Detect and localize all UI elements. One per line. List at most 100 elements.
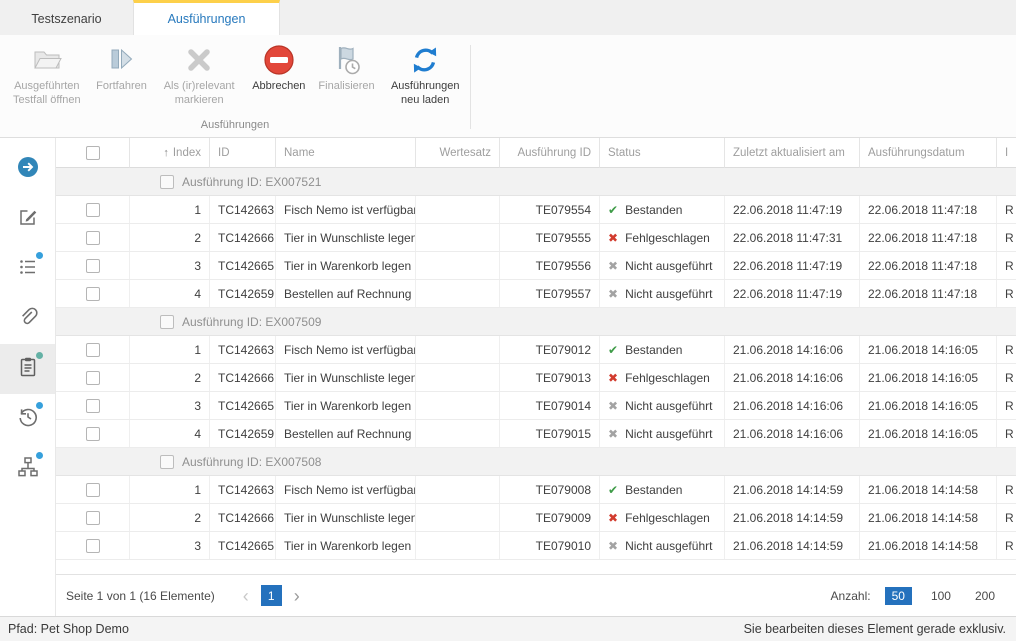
column-header-execution-date[interactable]: Ausführungsdatum xyxy=(860,138,997,168)
open-executed-testcase-button[interactable]: Ausgeführten Testfall öffnen xyxy=(4,42,90,109)
table-row[interactable]: 4TC142659Bestellen auf RechnungTE079557✖… xyxy=(56,280,1016,308)
execution-group-label: Ausführung ID: EX007521 xyxy=(182,175,321,189)
column-header-select[interactable] xyxy=(56,138,130,168)
finalize-button[interactable]: Finalisieren xyxy=(313,42,381,95)
reload-executions-button[interactable]: Ausführungen neu laden xyxy=(380,42,470,109)
notification-badge xyxy=(36,252,43,259)
table-row[interactable]: 1TC142663Fisch Nemo ist verfügbarTE07901… xyxy=(56,336,1016,364)
cell-execution-date: 21.06.2018 14:14:58 xyxy=(860,532,997,559)
column-header-id[interactable]: ID xyxy=(210,138,276,168)
column-header-index[interactable]: ↑Index xyxy=(130,138,210,168)
abort-button[interactable]: Abbrechen xyxy=(245,42,313,95)
cell-updated-at: 21.06.2018 14:16:06 xyxy=(725,420,860,447)
select-all-checkbox[interactable] xyxy=(86,146,100,160)
column-header-label: Ausführung ID xyxy=(517,147,591,159)
cell-name: Fisch Nemo ist verfügbar xyxy=(276,196,416,223)
tab-bar: Testszenario Ausführungen xyxy=(0,0,1016,35)
row-checkbox-cell xyxy=(56,364,130,391)
status-passed-icon: ✔ xyxy=(608,483,618,497)
cell-execution-date: 22.06.2018 11:47:18 xyxy=(860,280,997,307)
column-header-wertesatz[interactable]: Wertesatz xyxy=(416,138,500,168)
tab-testszenario[interactable]: Testszenario xyxy=(0,0,133,35)
execution-group-row[interactable]: Ausführung ID: EX007521 xyxy=(56,168,1016,196)
cell-wertesatz xyxy=(416,280,500,307)
group-select-checkbox[interactable] xyxy=(160,175,174,189)
column-header-label: Status xyxy=(608,147,641,159)
table-row[interactable]: 2TC142666Tier in Wunschliste legenTE0790… xyxy=(56,364,1016,392)
table-row[interactable]: 3TC142665Tier in Warenkorb legenTE079010… xyxy=(56,532,1016,560)
table-row[interactable]: 2TC142666Tier in Wunschliste legenTE0790… xyxy=(56,504,1016,532)
next-page-button[interactable]: › xyxy=(294,587,300,605)
cell-relevance: R xyxy=(997,532,1016,559)
sidebar xyxy=(0,138,56,616)
cell-execution-id: TE079008 xyxy=(500,476,600,503)
notification-badge xyxy=(36,402,43,409)
column-header-relevance[interactable]: I xyxy=(997,138,1016,168)
button-label: Finalisieren xyxy=(318,80,374,94)
page-size-100[interactable]: 100 xyxy=(926,587,956,605)
group-select-checkbox[interactable] xyxy=(160,455,174,469)
row-select-checkbox[interactable] xyxy=(86,259,100,273)
row-select-checkbox[interactable] xyxy=(86,231,100,245)
cell-status: ✖Nicht ausgeführt xyxy=(600,392,725,419)
table-row[interactable]: 2TC142666Tier in Wunschliste legenTE0795… xyxy=(56,224,1016,252)
sidebar-item-edit[interactable] xyxy=(0,194,55,244)
sidebar-item-list[interactable] xyxy=(0,244,55,294)
button-label: Als (ir)relevant markieren xyxy=(155,80,243,108)
cell-status: ✖Fehlgeschlagen xyxy=(600,224,725,251)
cell-wertesatz xyxy=(416,476,500,503)
execution-group-row[interactable]: Ausführung ID: EX007508 xyxy=(56,448,1016,476)
status-not-executed-icon: ✖ xyxy=(608,259,618,273)
table-row[interactable]: 1TC142663Fisch Nemo ist verfügbarTE07955… xyxy=(56,196,1016,224)
cell-execution-date: 21.06.2018 14:16:05 xyxy=(860,336,997,363)
cell-relevance: R xyxy=(997,420,1016,447)
table-row[interactable]: 3TC142665Tier in Warenkorb legenTE079014… xyxy=(56,392,1016,420)
sidebar-item-hierarchy[interactable] xyxy=(0,444,55,494)
cell-name: Tier in Warenkorb legen xyxy=(276,252,416,279)
row-select-checkbox[interactable] xyxy=(86,511,100,525)
page-size-200[interactable]: 200 xyxy=(970,587,1000,605)
page-size-selector: Anzahl: 50 100 200 xyxy=(831,587,1000,605)
column-header-status[interactable]: Status xyxy=(600,138,725,168)
tab-ausfuehrungen[interactable]: Ausführungen xyxy=(133,0,280,35)
cell-status: ✔Bestanden xyxy=(600,196,725,223)
row-checkbox-cell xyxy=(56,420,130,447)
continue-button[interactable]: Fortfahren xyxy=(90,42,154,95)
notification-badge xyxy=(36,452,43,459)
mark-irrelevant-x-icon xyxy=(184,43,214,77)
table-row[interactable]: 3TC142665Tier in Warenkorb legenTE079556… xyxy=(56,252,1016,280)
row-select-checkbox[interactable] xyxy=(86,371,100,385)
row-select-checkbox[interactable] xyxy=(86,483,100,497)
group-select-checkbox[interactable] xyxy=(160,315,174,329)
row-checkbox-cell xyxy=(56,532,130,559)
row-select-checkbox[interactable] xyxy=(86,203,100,217)
cell-wertesatz xyxy=(416,364,500,391)
cell-wertesatz xyxy=(416,224,500,251)
sidebar-item-history[interactable] xyxy=(0,394,55,444)
row-select-checkbox[interactable] xyxy=(86,539,100,553)
row-select-checkbox[interactable] xyxy=(86,427,100,441)
row-checkbox-cell xyxy=(56,196,130,223)
sidebar-item-attachments[interactable] xyxy=(0,294,55,344)
mark-irrelevant-button[interactable]: Als (ir)relevant markieren xyxy=(153,42,245,109)
row-select-checkbox[interactable] xyxy=(86,399,100,413)
previous-page-button[interactable]: ‹ xyxy=(243,587,249,605)
cell-relevance: R xyxy=(997,252,1016,279)
table-row[interactable]: 1TC142663Fisch Nemo ist verfügbarTE07900… xyxy=(56,476,1016,504)
row-select-checkbox[interactable] xyxy=(86,343,100,357)
page-size-50[interactable]: 50 xyxy=(885,587,912,605)
column-header-name[interactable]: Name xyxy=(276,138,416,168)
navigate-arrow-icon xyxy=(17,156,39,183)
sidebar-item-navigate[interactable] xyxy=(0,144,55,194)
table-row[interactable]: 4TC142659Bestellen auf RechnungTE079015✖… xyxy=(56,420,1016,448)
execution-group-row[interactable]: Ausführung ID: EX007509 xyxy=(56,308,1016,336)
sidebar-item-executions[interactable] xyxy=(0,344,55,394)
current-page-button[interactable]: 1 xyxy=(261,585,282,606)
column-header-execution-id[interactable]: Ausführung ID xyxy=(500,138,600,168)
continue-icon xyxy=(106,43,136,77)
status-label: Fehlgeschlagen xyxy=(625,371,710,385)
app-window: Testszenario Ausführungen Ausgeführten T… xyxy=(0,0,1016,641)
cell-wertesatz xyxy=(416,336,500,363)
row-select-checkbox[interactable] xyxy=(86,287,100,301)
column-header-updated-at[interactable]: Zuletzt aktualisiert am xyxy=(725,138,860,168)
